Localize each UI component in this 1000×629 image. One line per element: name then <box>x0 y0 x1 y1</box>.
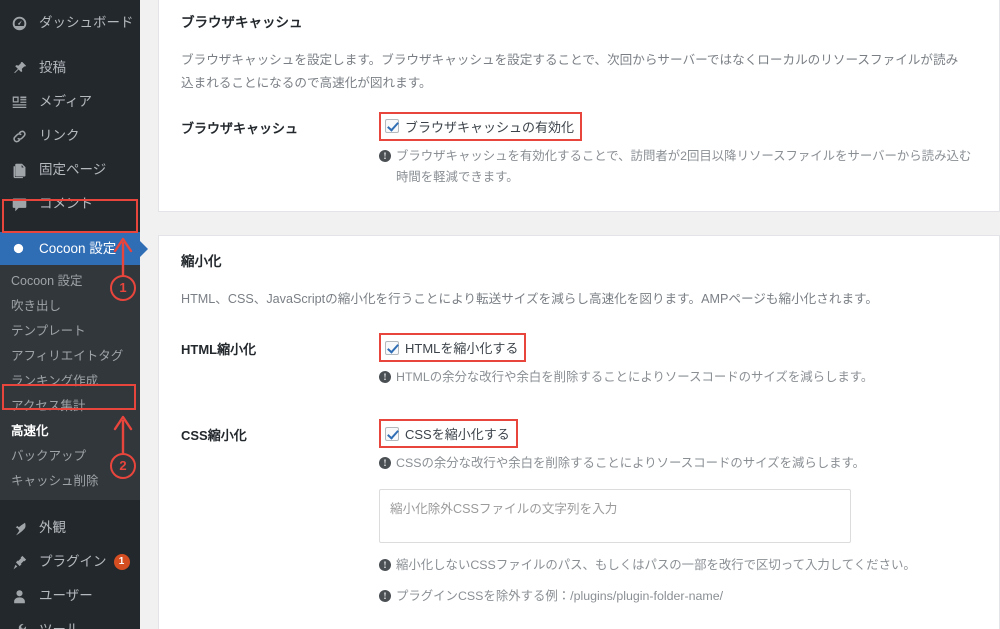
sidebar-item-label: Cocoon 設定 <box>39 240 117 256</box>
sidebar-item-dashboard[interactable]: ダッシュボード <box>0 6 140 40</box>
sidebar-item-media[interactable]: メディア <box>0 85 140 119</box>
css-minify-row: CSS縮小化 CSSを縮小化する ! CSSの余分な改行や余白を削除することによ… <box>159 419 999 608</box>
html-minify-row: HTML縮小化 HTMLを縮小化する ! HTMLの余分な改行や余白を削除するこ… <box>159 333 999 389</box>
dashboard-icon <box>11 15 31 32</box>
row-field-html-minify: HTMLを縮小化する ! HTMLの余分な改行や余白を削除することによりソースコ… <box>379 333 977 389</box>
sidebar-divider <box>0 40 140 51</box>
annotation-marker-1: 1 <box>110 275 136 301</box>
info-icon: ! <box>379 590 391 603</box>
sidebar-divider <box>0 500 140 511</box>
user-icon <box>11 588 31 605</box>
sidebar-item-links[interactable]: リンク <box>0 119 140 153</box>
panel-title-minify: 縮小化 <box>181 254 222 269</box>
css-minify-checkbox[interactable] <box>385 426 399 441</box>
main-content: ブラウザキャッシュ ブラウザキャッシュを設定します。ブラウザキャッシュを設定する… <box>140 0 1000 629</box>
tools-icon <box>11 622 31 629</box>
minify-panel: 縮小化 HTML、CSS、JavaScriptの縮小化を行うことにより転送サイズ… <box>158 235 1000 629</box>
sidebar-item-posts[interactable]: 投稿 <box>0 51 140 85</box>
annotation-box-speedup <box>2 384 136 410</box>
css-exclude-hint: ! 縮小化しないCSSファイルのパス、もしくはパスの一部を改行で区切って入力して… <box>379 555 977 577</box>
hint-text: CSSの余分な改行や余白を削除することによりソースコードのサイズを減らします。 <box>396 456 866 470</box>
browser-cache-row: ブラウザキャッシュ ブラウザキャッシュの有効化 ! ブラウザキャッシュを有効化す… <box>159 111 999 189</box>
submenu-item-speedup[interactable]: 高速化 <box>0 419 140 444</box>
css-exclude-textarea[interactable] <box>379 488 851 543</box>
appearance-icon <box>11 520 31 537</box>
sidebar-item-label: 外観 <box>39 520 66 536</box>
browser-cache-description: ブラウザキャッシュを設定します。ブラウザキャッシュを設定することで、次回からサー… <box>181 53 959 91</box>
plugin-icon <box>11 554 31 571</box>
minify-description: HTML、CSS、JavaScriptの縮小化を行うことにより転送サイズを減らし… <box>181 292 878 306</box>
browser-cache-checkbox[interactable] <box>385 119 399 134</box>
sidebar-item-label: メディア <box>39 94 93 110</box>
row-field-css-minify: CSSを縮小化する ! CSSの余分な改行や余白を削除することによりソースコード… <box>379 419 977 608</box>
html-minify-checkbox[interactable] <box>385 340 399 355</box>
pin-icon <box>11 60 31 77</box>
browser-cache-panel: ブラウザキャッシュ ブラウザキャッシュを設定します。ブラウザキャッシュを設定する… <box>158 0 1000 212</box>
annotation-marker-2: 2 <box>110 453 136 479</box>
row-label-browser-cache: ブラウザキャッシュ <box>181 120 299 136</box>
submenu-item-template[interactable]: テンプレート <box>0 319 140 344</box>
sidebar-item-label: プラグイン <box>39 554 107 570</box>
html-minify-hint: ! HTMLの余分な改行や余白を削除することによりソースコードのサイズを減らしま… <box>379 367 977 389</box>
hint-text: HTMLの余分な改行や余白を削除することによりソースコードのサイズを減らします。 <box>396 370 874 385</box>
css-minify-checkbox-label: CSSを縮小化する <box>405 427 510 442</box>
annotation-box-cocoon-settings <box>2 199 138 233</box>
info-icon: ! <box>379 371 391 384</box>
sidebar-item-plugins[interactable]: プラグイン 1 <box>0 545 140 579</box>
sidebar-item-users[interactable]: ユーザー <box>0 579 140 613</box>
sidebar-item-appearance[interactable]: 外観 <box>0 511 140 545</box>
sidebar-item-pages[interactable]: 固定ページ <box>0 153 140 187</box>
sidebar-item-label: ツール <box>39 623 80 629</box>
panel-title-browser-cache: ブラウザキャッシュ <box>181 15 303 30</box>
link-icon <box>11 128 31 145</box>
html-minify-checkbox-label: HTMLを縮小化する <box>405 341 519 357</box>
row-label-html-minify: HTML縮小化 <box>181 342 257 358</box>
page-icon <box>11 162 31 179</box>
browser-cache-checkbox-wrapper[interactable]: ブラウザキャッシュの有効化 <box>379 111 583 141</box>
cocoon-icon <box>11 241 31 256</box>
html-minify-checkbox-wrapper[interactable]: HTMLを縮小化する <box>379 333 527 363</box>
browser-cache-checkbox-label: ブラウザキャッシュの有効化 <box>405 119 575 135</box>
submenu-item-affiliate-tag[interactable]: アフィリエイトタグ <box>0 344 140 369</box>
browser-cache-hint: ! ブラウザキャッシュを有効化することで、訪問者が2回目以降リソースファイルをサ… <box>379 146 977 189</box>
css-exclude-example-hint: ! プラグインCSSを除外する例：/plugins/plugin-folder-… <box>379 586 977 608</box>
sidebar-item-label: 固定ページ <box>39 162 107 178</box>
sidebar-item-label: ユーザー <box>39 588 93 604</box>
css-minify-checkbox-wrapper[interactable]: CSSを縮小化する <box>379 419 518 448</box>
hint-text: 縮小化しないCSSファイルのパス、もしくはパスの一部を改行で区切って入力してくだ… <box>396 557 916 572</box>
info-icon: ! <box>379 149 391 162</box>
sidebar-item-label: 投稿 <box>39 60 66 76</box>
hint-text: プラグインCSSを除外する例：/plugins/plugin-folder-na… <box>396 589 724 604</box>
sidebar-item-tools[interactable]: ツール <box>0 613 140 629</box>
sidebar-item-label: リンク <box>39 128 80 144</box>
info-icon: ! <box>379 558 391 571</box>
css-minify-hint: ! CSSの余分な改行や余白を削除することによりソースコードのサイズを減らします… <box>379 453 977 475</box>
row-label-css-minify: CSS縮小化 <box>181 428 247 443</box>
row-field-browser-cache: ブラウザキャッシュの有効化 ! ブラウザキャッシュを有効化することで、訪問者が2… <box>379 111 977 189</box>
media-icon <box>11 94 31 111</box>
hint-text: ブラウザキャッシュを有効化することで、訪問者が2回目以降リソースファイルをサーバ… <box>396 148 972 185</box>
plugin-update-badge: 1 <box>113 554 130 570</box>
info-icon: ! <box>379 457 391 469</box>
sidebar-item-cocoon-settings[interactable]: Cocoon 設定 <box>0 232 140 265</box>
admin-sidebar: ダッシュボード 投稿 メディア リンク 固定ページ コメント Cocoon 設定… <box>0 0 140 629</box>
sidebar-item-label: ダッシュボード <box>39 15 134 31</box>
screen-root: ダッシュボード 投稿 メディア リンク 固定ページ コメント Cocoon 設定… <box>0 0 1000 629</box>
